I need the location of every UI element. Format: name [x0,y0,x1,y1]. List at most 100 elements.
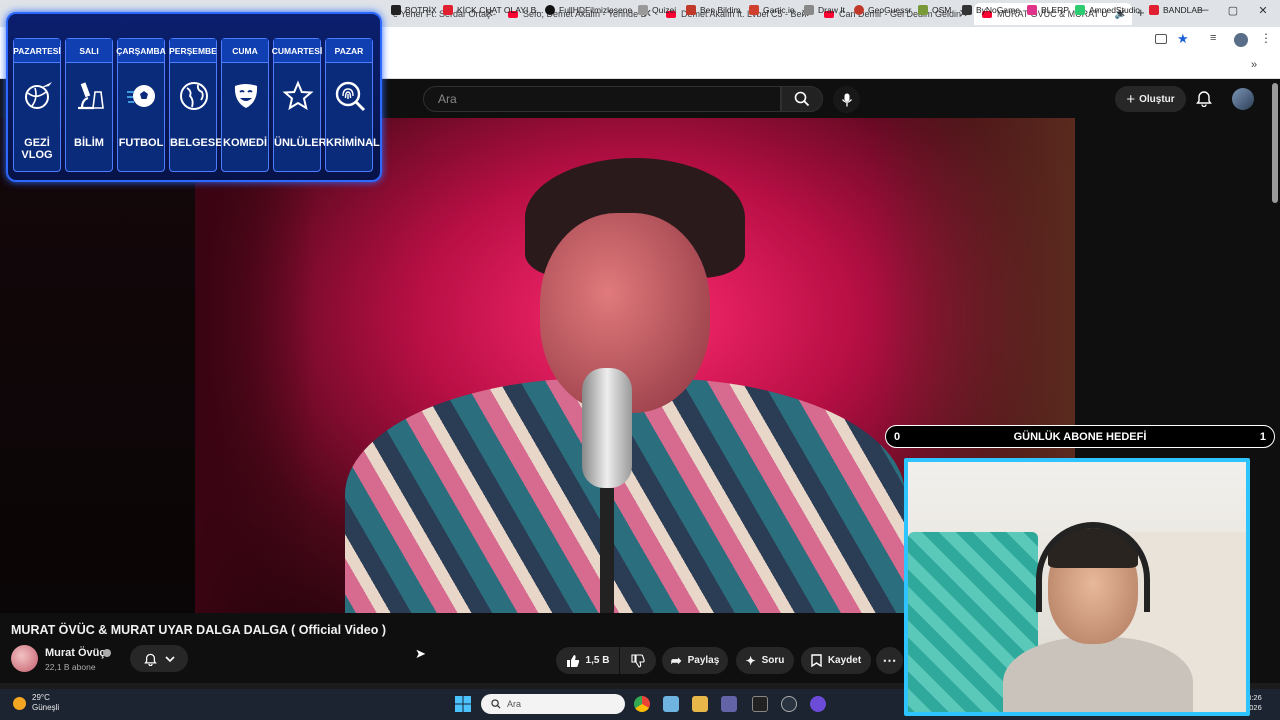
maximize-button[interactable]: ▢ [1218,4,1248,17]
dislike-button[interactable] [620,647,656,674]
taskbar-search-placeholder: Ara [507,699,522,709]
app-taskbar-icon[interactable] [781,696,797,712]
search-button[interactable] [781,86,823,112]
channel-name[interactable]: Murat Övüç [45,647,106,659]
schedule-category: KOMEDİ [223,137,267,149]
menu-dots-icon[interactable]: ⋮ [1260,31,1272,45]
schedule-day: SALI BİLİM [65,38,113,172]
bookmark-favicon [962,5,972,15]
schedule-category: BELGESEL [170,137,230,149]
share-button[interactable]: ➦ Paylaş [662,647,728,674]
notifications-button[interactable] [1196,89,1212,112]
bookmark-favicon [804,5,814,15]
fingerprint-search-icon [334,79,366,113]
search-icon [491,699,501,709]
bookmark-label: BOTRİX [405,5,437,15]
taskbar-search[interactable]: Ara [481,694,625,714]
schedule-day-name: PAZARTESİ [13,39,61,63]
search-icon [794,91,810,107]
epic-games-icon[interactable] [752,696,768,712]
goal-end-value: 1 [1259,430,1266,443]
like-button[interactable]: 1,5 B [556,647,619,674]
file-explorer-icon[interactable] [692,696,708,712]
bookmark-item[interactable]: Ben Bildim [686,5,741,15]
video-title: MURAT ÖVÜC & MURAT UYAR DALGA DALGA ( Of… [11,623,386,637]
plus-icon: + [1126,90,1136,108]
bookmark-item[interactable]: Draw It [804,5,845,15]
bookmark-favicon [749,5,759,15]
page-scrollbar[interactable] [1272,83,1278,203]
schedule-category: BİLİM [74,137,104,149]
sun-icon [13,696,26,710]
subscriber-goal-bar: 0 GÜNLÜK ABONE HEDEFİ 1 [885,425,1275,448]
bell-icon [1196,91,1212,108]
bookmark-item[interactable]: BOTRİX [391,5,437,15]
bookmark-item[interactable]: GeoGuessr [854,5,911,15]
channel-avatar[interactable] [11,645,38,672]
more-dots-icon: ⋯ [882,652,897,668]
bookmark-favicon [1027,5,1037,15]
thumbs-down-icon [631,653,645,668]
bookmark-item[interactable]: BANDLAB [1149,5,1203,15]
subscription-notifications-button[interactable] [130,645,188,672]
mic-stand [600,488,614,613]
create-label: Oluştur [1139,93,1175,105]
bookmark-item[interactable]: OSM [918,5,951,15]
theater-mask-icon [230,79,262,113]
create-button[interactable]: + Oluştur [1115,86,1186,112]
globe-plane-icon [22,79,54,113]
bookmark-star-icon[interactable]: ★ [1177,31,1189,47]
save-button[interactable]: Kaydet [801,647,871,674]
schedule-day-name: CUMA [222,39,268,63]
bookmark-item[interactable]: AmpedStudio [1075,5,1140,15]
bookmark-label: ByNoGame [976,5,1020,15]
bookmark-label: Gartic.io [763,5,795,15]
subscriber-count: 22,1 B abone [45,662,96,672]
like-count: 1,5 B [585,655,610,666]
bookmark-item[interactable]: BLERP [1027,5,1069,15]
bookmark-item[interactable]: Quizei [638,5,676,15]
temperature: 29°C [32,693,50,702]
schedule-category: KRİMİNAL [326,137,380,149]
bookmark-label: OSM [932,5,952,15]
bookmark-item[interactable]: FullHDFilmizlesene [545,5,632,15]
star-icon [282,79,314,113]
webcam-overlay [904,458,1250,716]
bell-icon [143,653,157,666]
profile-avatar[interactable] [1234,33,1248,47]
account-avatar[interactable] [1232,88,1254,110]
app-taskbar-icon[interactable] [663,696,679,712]
thumbs-up-icon [566,654,579,667]
bookmark-label: FullHDFilmizlesene [559,5,633,15]
schedule-day-name: SALI [66,39,112,63]
schedule-day: CUMA KOMEDİ [221,38,269,172]
schedule-day-name: PERŞEMBE [169,39,217,63]
app-taskbar-icon[interactable] [810,696,826,712]
video-shade [195,118,315,613]
bookmark-favicon [854,5,864,15]
microscope-icon [74,79,106,113]
bookmark-item[interactable]: Gartic.io [749,5,795,15]
media-control-icon[interactable]: ≡ [1210,32,1216,44]
bookmark-label: Draw It [818,5,845,15]
bookmark-item[interactable]: KİCK CHAT OLAYI B... [443,5,543,15]
ask-button[interactable]: ✦ Soru [736,647,794,674]
bookmarks-overflow-icon[interactable]: » [1251,59,1257,71]
weather-widget[interactable]: 29°C Güneşli [13,693,59,713]
weather-text: Güneşli [32,703,60,712]
start-button[interactable] [455,696,471,717]
football-icon [126,79,158,113]
bookmark-item[interactable]: ByNoGame [962,5,1020,15]
teams-icon[interactable] [721,696,737,712]
sparkle-icon: ✦ [745,653,756,668]
chrome-taskbar-icon[interactable] [634,696,650,712]
goal-label: GÜNLÜK ABONE HEDEFİ [1013,430,1147,443]
install-app-icon[interactable] [1155,34,1167,44]
window-close-button[interactable]: ✕ [1248,4,1278,17]
more-actions-button[interactable]: ⋯ [876,647,903,674]
voice-search-button[interactable] [833,86,860,113]
bookmark-favicon [1075,5,1085,15]
schedule-day-name: CUMARTESİ [272,39,322,63]
search-input[interactable]: Ara [423,86,781,112]
bookmark-icon [811,654,822,667]
